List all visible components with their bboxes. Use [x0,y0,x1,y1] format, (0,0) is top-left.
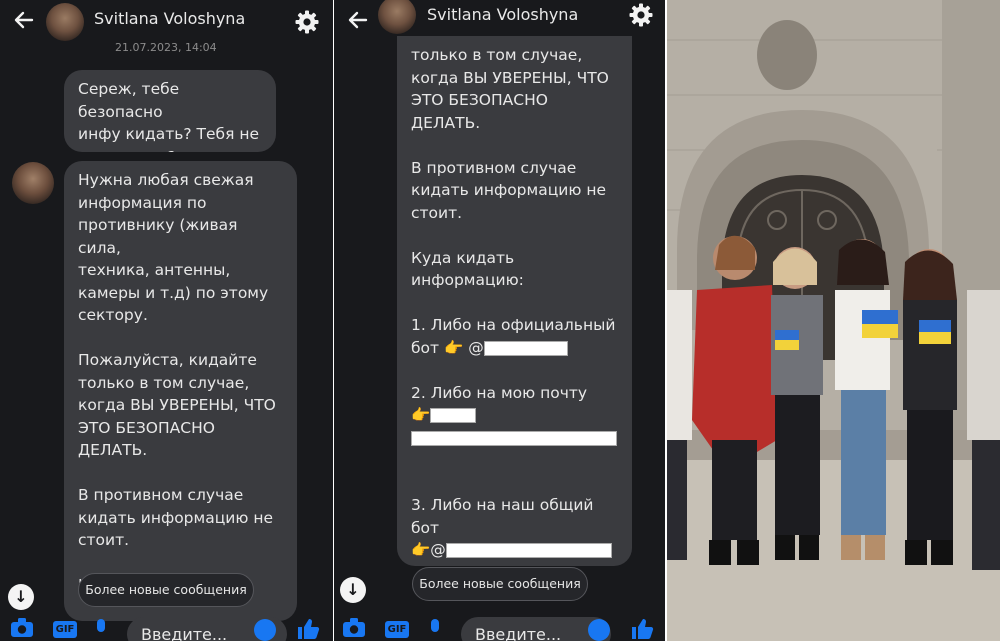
message-line: 1. Либо на официальный [411,316,616,334]
message-line: ЭТО БЕЗОПАСНО [411,91,548,109]
message-line: Куда кидать [411,248,515,267]
redacted-email-part [430,408,477,423]
contact-avatar[interactable] [46,3,84,41]
redacted-shared-bot [445,543,612,558]
emoji-icon[interactable] [254,619,276,641]
camera-icon[interactable] [342,617,368,639]
emoji-icon[interactable] [588,619,610,641]
message-line: информацию: [411,271,524,289]
incoming-message-bubble[interactable]: Нужна любая свежая информация по противн… [64,161,297,621]
message-line: ДЕЛАТЬ. [411,113,481,132]
contact-avatar[interactable] [378,0,416,34]
message-lines: только в том случае, когда ВЫ УВЕРЕНЫ, ЧТ… [411,44,618,337]
back-arrow-icon[interactable] [346,8,372,34]
message-line [411,292,618,315]
message-line: 👉@ [411,539,618,562]
group-photo [667,0,1000,641]
redacted-email [411,430,617,446]
outgoing-message-bubble[interactable]: Сереж, тебе безопасно инфу кидать? Тебя … [64,70,276,152]
message-line: 2. Либо на мою почту [411,383,588,402]
message-line: только в том случае, [411,46,583,64]
thumbs-up-icon[interactable] [296,617,322,641]
bot-prefix: 👉@ [411,541,446,559]
photo-illustration [667,0,1000,641]
redacted-bot-handle [483,340,568,356]
message-line: В противном случае [411,158,577,177]
gear-icon[interactable] [628,2,654,28]
gif-button[interactable]: GIF [53,621,77,638]
microphone-icon[interactable] [426,617,452,639]
microphone-icon[interactable] [92,617,118,639]
camera-icon[interactable] [10,617,36,639]
sender-avatar[interactable] [12,162,54,204]
message-line: бот 👉 @ [411,337,618,360]
gif-button[interactable]: GIF [385,621,409,638]
chat-panel-2: Svitlana Voloshyna только в том случае, к… [334,0,665,641]
chat-header: Svitlana Voloshyna [0,0,333,44]
contact-name[interactable]: Svitlana Voloshyna [94,9,245,28]
pointer-emoji: 👉 [411,406,431,424]
back-arrow-icon[interactable] [12,8,38,34]
message-line [411,134,618,157]
newer-messages-button[interactable]: Более новые сообщения [78,573,254,607]
composer-bar: GIF Введите... [0,611,333,641]
thumbs-up-icon[interactable] [630,617,656,641]
message-line: когда ВЫ УВЕРЕНЫ, ЧТО [411,68,609,87]
message-line: 👉 [411,404,618,427]
chat-panel-1: Svitlana Voloshyna 21.07.2023, 14:04 Сер… [0,0,333,641]
incoming-message-bubble[interactable]: только в том случае, когда ВЫ УВЕРЕНЫ, ЧТ… [397,36,632,566]
contact-name[interactable]: Svitlana Voloshyna [427,5,578,24]
message-line: 3. Либо на наш общий [411,496,594,514]
scroll-down-icon[interactable]: ↓ [8,584,34,610]
gear-icon[interactable] [294,9,320,35]
message-line [411,224,618,247]
composer-bar: GIF Введите... [334,611,665,641]
message-line: бот [411,518,440,537]
message-line [411,427,618,450]
message-line: стоит. [411,203,463,222]
message-line [411,449,618,472]
message-line [411,359,618,382]
scroll-down-icon[interactable]: ↓ [340,577,366,603]
message-line [411,472,618,495]
message-date: 21.07.2023, 14:04 [115,41,217,54]
newer-messages-button[interactable]: Более новые сообщения [412,567,588,601]
bot-prefix: бот 👉 @ [411,338,484,357]
message-line: кидать информацию не [411,181,606,199]
